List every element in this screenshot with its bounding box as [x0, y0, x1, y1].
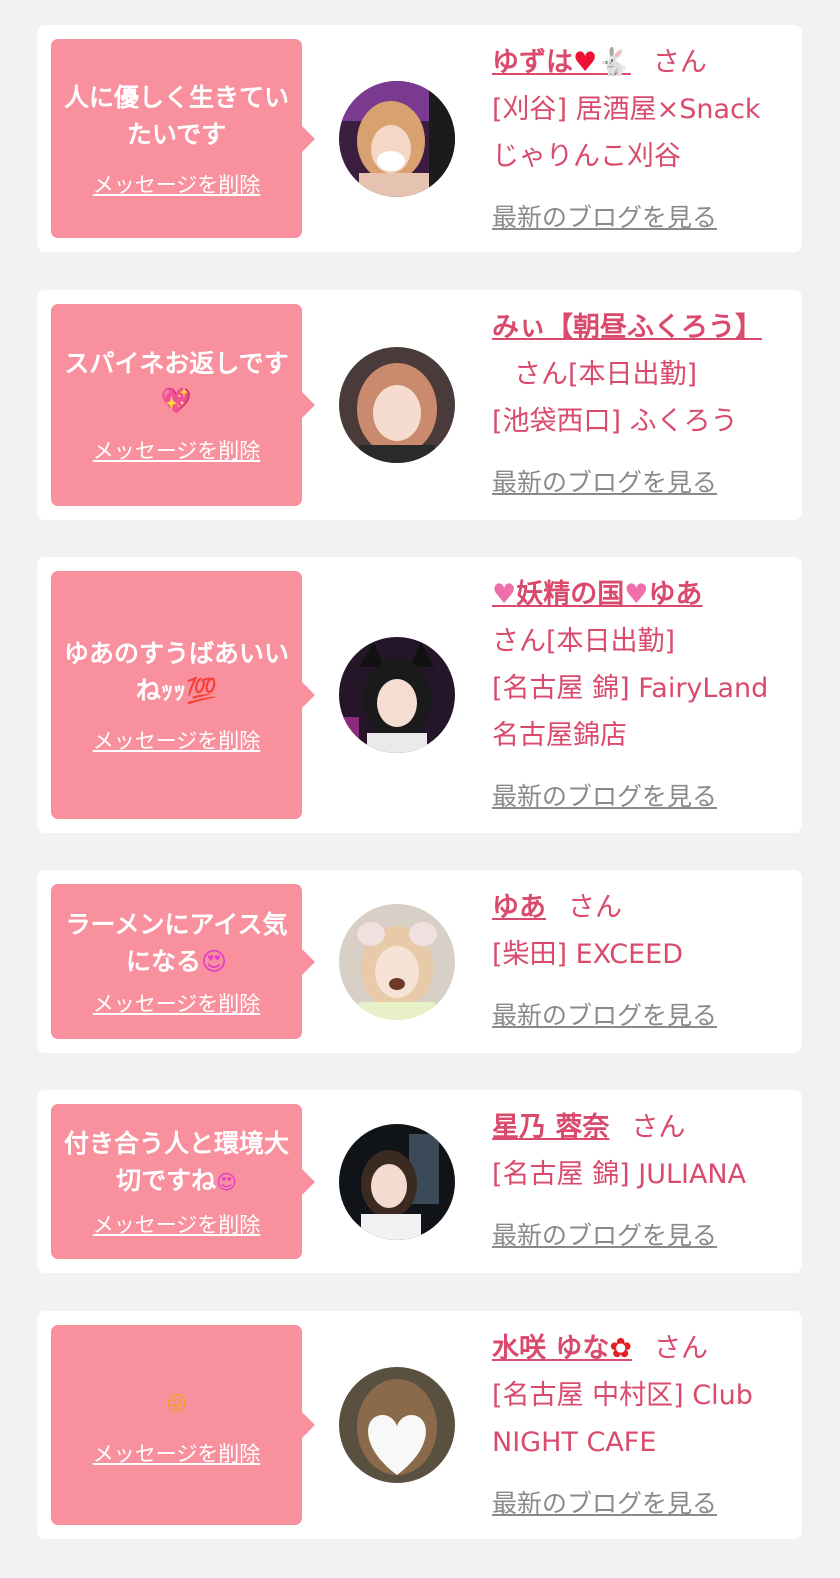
- delete-message-link[interactable]: メッセージを削除: [93, 725, 261, 755]
- cast-info: ゆずは♥🐇 さん [刈谷] 居酒屋×Snack じゃりんこ刈谷 最新のブログを見る: [492, 39, 792, 241]
- rabbit-icon: 🐇: [597, 47, 631, 78]
- message-bubble: 人に優しく生きていたいです メッセージを削除: [51, 39, 315, 238]
- honorific: さん: [514, 359, 568, 390]
- cast-name-link[interactable]: ゆあ: [492, 892, 546, 923]
- delete-message-link[interactable]: メッセージを削除: [93, 1438, 261, 1468]
- sparkling-heart-icon: 💖: [160, 386, 193, 415]
- message-card: ゆあのすうばあいいねｯｯ💯 メッセージを削除 ♥妖精の国♥ゆあ さん[本日出勤]…: [37, 557, 802, 833]
- avatar[interactable]: [339, 1367, 455, 1483]
- latest-blog-link[interactable]: 最新のブログを見る: [492, 992, 792, 1039]
- cast-info: ♥妖精の国♥ゆあ さん[本日出勤] [名古屋 錦] FairyLand 名古屋錦…: [492, 571, 792, 820]
- status-badge: [本日出勤]: [568, 359, 698, 390]
- pink-heart-icon: ♥: [492, 579, 517, 610]
- hundred-points-icon: 💯: [185, 676, 218, 705]
- avatar[interactable]: [339, 81, 455, 197]
- latest-blog-link[interactable]: 最新のブログを見る: [492, 194, 792, 241]
- message-bubble: スパイネお返しです💖 メッセージを削除: [51, 304, 315, 506]
- message-bubble: 😜 メッセージを削除: [51, 1325, 315, 1525]
- honorific: さん: [654, 1333, 709, 1364]
- message-card: 付き合う人と環境大切ですね😍 メッセージを削除 星乃 蓉奈 さん [名古屋 錦] …: [37, 1090, 802, 1273]
- message-card: ラーメンにアイス気になる😍 メッセージを削除 ゆあ さん [柴田] EXCEED …: [37, 870, 802, 1053]
- cast-info: みぃ【朝昼ふくろう】さん[本日出勤] [池袋西口] ふくろう 最新のブログを見る: [492, 304, 792, 506]
- pink-heart-icon: ♥: [624, 579, 649, 610]
- delete-message-link[interactable]: メッセージを削除: [93, 435, 261, 465]
- avatar[interactable]: [339, 347, 455, 463]
- shop-label: [池袋西口] ふくろう: [492, 406, 738, 437]
- honorific: さん: [631, 1112, 686, 1143]
- winking-face-icon: 😜: [166, 1390, 187, 1415]
- status-badge: [本日出勤]: [546, 626, 676, 657]
- message-bubble: ラーメンにアイス気になる😍 メッセージを削除: [51, 884, 315, 1039]
- cast-info: ゆあ さん [柴田] EXCEED 最新のブログを見る: [492, 884, 792, 1039]
- delete-message-link[interactable]: メッセージを削除: [93, 988, 261, 1018]
- message-card: 😜 メッセージを削除 水咲 ゆな✿ さん [名古屋 中村区] Club NIGHT…: [37, 1311, 802, 1539]
- message-bubble: ゆあのすうばあいいねｯｯ💯 メッセージを削除: [51, 571, 315, 819]
- latest-blog-link[interactable]: 最新のブログを見る: [492, 1480, 792, 1527]
- latest-blog-link[interactable]: 最新のブログを見る: [492, 1212, 792, 1259]
- shop-label: [名古屋 錦] FairyLand 名古屋錦店: [492, 673, 769, 751]
- cast-info: 星乃 蓉奈 さん [名古屋 錦] JULIANA 最新のブログを見る: [492, 1104, 792, 1259]
- shop-label: [名古屋 中村区] Club NIGHT CAFE: [492, 1380, 753, 1458]
- message-text: 人に優しく生きていたいです: [63, 82, 289, 149]
- shop-label: [名古屋 錦] JULIANA: [492, 1159, 747, 1190]
- cast-name-link[interactable]: ゆずは♥🐇: [492, 47, 631, 78]
- cast-info: 水咲 ゆな✿ さん [名古屋 中村区] Club NIGHT CAFE 最新のブロ…: [492, 1325, 792, 1527]
- cast-name-link[interactable]: 星乃 蓉奈: [492, 1112, 609, 1143]
- cast-name-link[interactable]: ♥妖精の国♥ゆあ: [492, 579, 702, 610]
- avatar[interactable]: [339, 904, 455, 1020]
- avatar[interactable]: [339, 1124, 455, 1240]
- message-text: 付き合う人と環境大切ですね😍: [63, 1128, 289, 1195]
- message-bubble: 付き合う人と環境大切ですね😍 メッセージを削除: [51, 1104, 315, 1259]
- latest-blog-link[interactable]: 最新のブログを見る: [492, 773, 792, 820]
- shop-label: [刈谷] 居酒屋×Snack じゃりんこ刈谷: [492, 94, 761, 172]
- message-text: ゆあのすうばあいいねｯｯ💯: [63, 639, 289, 705]
- cast-name-link[interactable]: みぃ【朝昼ふくろう】: [492, 312, 762, 343]
- message-text: 😜: [166, 1383, 187, 1422]
- delete-message-link[interactable]: メッセージを削除: [93, 1209, 261, 1239]
- message-text: スパイネお返しです💖: [64, 349, 289, 415]
- delete-message-link[interactable]: メッセージを削除: [93, 169, 261, 199]
- heart-eyes-icon: 😍: [216, 1169, 237, 1194]
- heart-eyes-icon: 😍: [200, 946, 228, 976]
- shop-label: [柴田] EXCEED: [492, 939, 684, 970]
- latest-blog-link[interactable]: 最新のブログを見る: [492, 459, 792, 506]
- honorific: さん: [492, 626, 546, 657]
- message-card: スパイネお返しです💖 メッセージを削除 みぃ【朝昼ふくろう】さん[本日出勤] […: [37, 290, 802, 520]
- honorific: さん: [568, 892, 622, 923]
- red-heart-icon: ♥: [573, 47, 598, 78]
- flower-icon: ✿: [609, 1333, 633, 1364]
- honorific: さん: [652, 47, 707, 78]
- message-text: ラーメンにアイス気になる😍: [65, 909, 288, 976]
- avatar[interactable]: [339, 637, 455, 753]
- cast-name-link[interactable]: 水咲 ゆな✿: [492, 1333, 632, 1364]
- message-card: 人に優しく生きていたいです メッセージを削除 ゆずは♥🐇 さん [刈谷] 居酒屋×…: [37, 25, 802, 252]
